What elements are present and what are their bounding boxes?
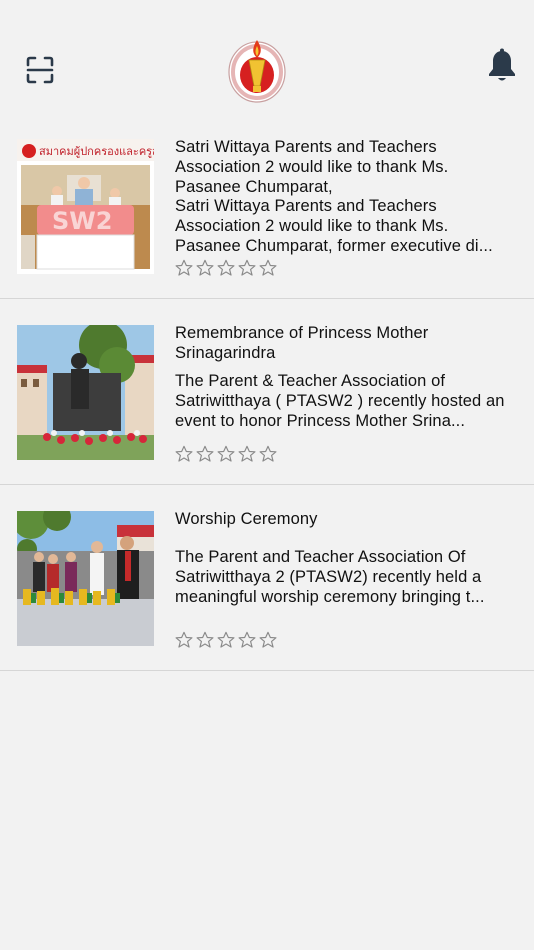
star-icon[interactable]: [196, 259, 214, 277]
news-title: Worship Ceremony: [175, 510, 318, 528]
star-icon[interactable]: [259, 445, 277, 463]
image-caption: สมาคมผู้ปกครองและครูสตรีวิทยา ๒: [39, 145, 154, 158]
news-feed: สมาคมผู้ปกครองและครูสตรีวิทยา ๒ SW2 Satr…: [0, 113, 534, 671]
scan-icon[interactable]: [24, 54, 56, 86]
news-title: Remembrance of Princess Mother Srinagari…: [175, 324, 429, 362]
star-icon[interactable]: [259, 259, 277, 277]
star-icon[interactable]: [217, 259, 235, 277]
news-item[interactable]: สมาคมผู้ปกครองและครูสตรีวิทยา ๒ SW2 Satr…: [0, 113, 534, 299]
star-icon[interactable]: [217, 445, 235, 463]
news-thumbnail: [17, 325, 154, 460]
star-rating[interactable]: [175, 631, 277, 649]
star-icon[interactable]: [175, 259, 193, 277]
news-title: Satri Wittaya Parents and Teachers Assoc…: [175, 138, 493, 255]
star-icon[interactable]: [238, 445, 256, 463]
news-description: The Parent and Teacher Association Of Sa…: [175, 548, 485, 606]
svg-text:SW2: SW2: [52, 207, 112, 235]
app-header: [0, 0, 534, 120]
news-thumbnail: [17, 511, 154, 646]
school-logo: [226, 36, 288, 104]
star-icon[interactable]: [238, 259, 256, 277]
star-rating[interactable]: [175, 259, 277, 277]
news-item[interactable]: Worship Ceremony The Parent and Teacher …: [0, 485, 534, 671]
news-thumbnail: สมาคมผู้ปกครองและครูสตรีวิทยา ๒ SW2: [17, 139, 154, 274]
star-rating[interactable]: [175, 445, 277, 463]
star-icon[interactable]: [196, 445, 214, 463]
star-icon[interactable]: [217, 631, 235, 649]
star-icon[interactable]: [175, 631, 193, 649]
bell-icon[interactable]: [486, 48, 518, 84]
star-icon[interactable]: [175, 445, 193, 463]
star-icon[interactable]: [238, 631, 256, 649]
star-icon[interactable]: [196, 631, 214, 649]
star-icon[interactable]: [259, 631, 277, 649]
news-item[interactable]: Remembrance of Princess Mother Srinagari…: [0, 299, 534, 485]
news-description: The Parent & Teacher Association of Satr…: [175, 372, 505, 430]
